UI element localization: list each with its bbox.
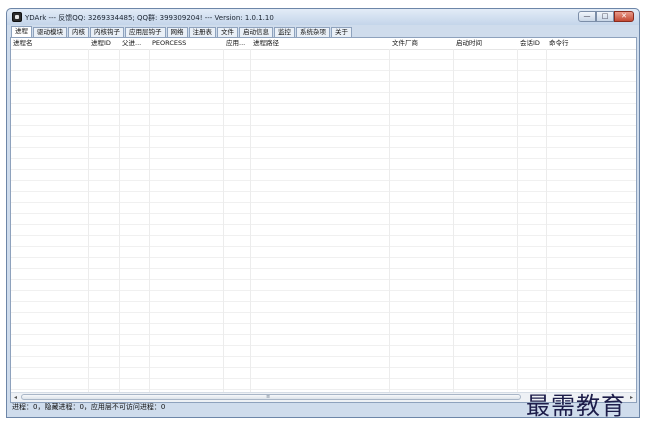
column-header-start-time[interactable]: 启动时间 [454,38,517,49]
tab-monitor[interactable]: 监控 [274,27,295,37]
column-divider [517,49,518,392]
column-divider [149,49,150,392]
column-divider [546,49,547,392]
column-header-user-access[interactable]: 应用... [224,38,250,49]
column-header-command-line[interactable]: 命令行 [547,38,635,49]
app-icon [12,12,22,22]
tab-bar: 进程 驱动模块 内核 内核钩子 应用层钩子 网络 注册表 文件 启动信息 监控 … [11,26,353,37]
status-text: 进程：0，隐藏进程：0，应用层不可访问进程：0 [12,403,166,411]
column-header-session-id[interactable]: 会话ID [518,38,546,49]
column-divider [453,49,454,392]
column-divider [88,49,89,392]
minimize-button[interactable]: — [578,11,596,22]
tab-driver-modules[interactable]: 驱动模块 [33,27,67,37]
column-header-eprocess[interactable]: PEORCESS [150,38,223,49]
process-list[interactable]: 进程名 进程ID 父进... PEORCESS 应用... 进程路径 文件厂商 … [10,37,637,403]
caption-buttons: — □ ✕ [578,11,634,22]
tab-kernel[interactable]: 内核 [68,27,89,37]
column-header-file-vendor[interactable]: 文件厂商 [390,38,453,49]
tab-about[interactable]: 关于 [331,27,352,37]
tab-files[interactable]: 文件 [217,27,238,37]
table-body[interactable] [11,49,636,392]
tab-usermode-hooks[interactable]: 应用层钩子 [125,27,166,37]
maximize-button[interactable]: □ [596,11,614,22]
column-header-process-path[interactable]: 进程路径 [251,38,389,49]
title-bar[interactable]: YDArk --- 反馈QQ: 3269334485; QQ群: 3993092… [7,9,639,25]
column-header-process-name[interactable]: 进程名 [11,38,87,49]
column-divider [250,49,251,392]
column-divider [119,49,120,392]
tab-kernel-hooks[interactable]: 内核钩子 [90,27,124,37]
column-header-pid[interactable]: 进程ID [89,38,119,49]
window-title: YDArk --- 反馈QQ: 3269334485; QQ群: 3993092… [25,14,274,22]
tab-system-misc[interactable]: 系统杂项 [296,27,330,37]
close-button[interactable]: ✕ [614,11,634,22]
tab-registry[interactable]: 注册表 [188,27,216,37]
tab-network[interactable]: 网络 [166,27,188,37]
main-window: YDArk --- 反馈QQ: 3269334485; QQ群: 3993092… [6,8,640,418]
tab-process[interactable]: 进程 [11,26,32,37]
column-header-parent-pid[interactable]: 父进... [120,38,149,49]
column-divider [389,49,390,392]
watermark-text: 最需教育 [526,392,626,420]
tab-startup-info[interactable]: 启动信息 [239,27,273,37]
column-divider [223,49,224,392]
